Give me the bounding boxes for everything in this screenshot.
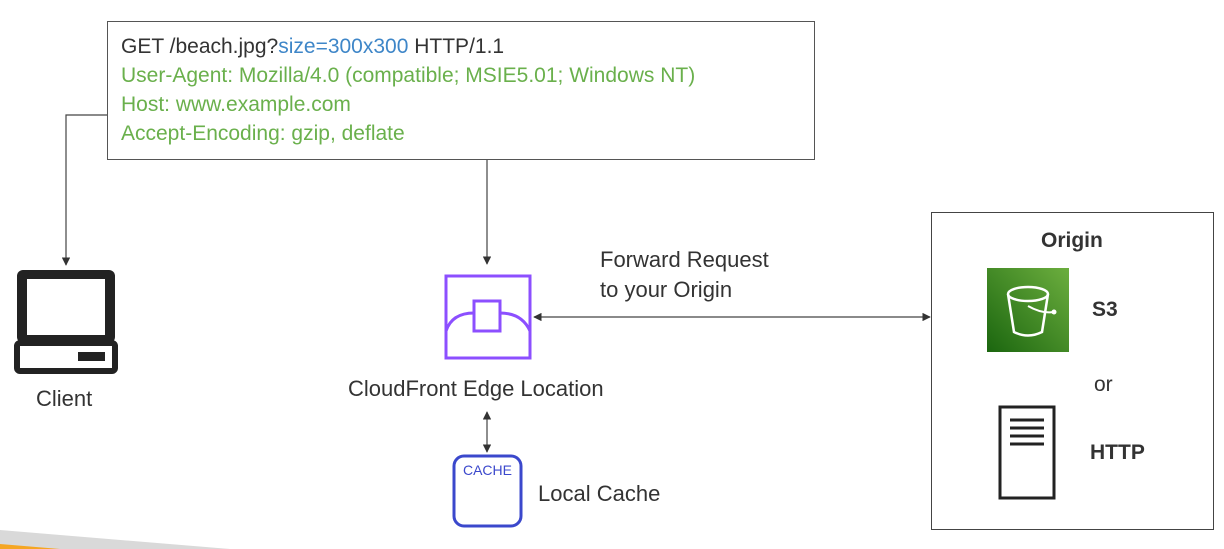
header-host: Host: www.example.com	[121, 93, 351, 116]
cache-icon-text: CACHE	[462, 462, 512, 478]
local-cache-label: Local Cache	[538, 481, 661, 506]
http-request-box: GET /beach.jpg?size=300x300 HTTP/1.1 Use…	[107, 21, 815, 160]
request-to-client-connector	[61, 114, 107, 266]
request-protocol: HTTP/1.1	[408, 35, 505, 58]
origin-title: Origin	[1041, 229, 1103, 252]
http-label: HTTP	[1090, 441, 1145, 464]
edge-location-label: CloudFront Edge Location	[348, 376, 604, 401]
forward-request-label-line2: to your Origin	[600, 277, 733, 302]
cloudfront-edge-icon	[444, 274, 532, 360]
origin-box	[931, 212, 1214, 530]
header-accept-encoding: Accept-Encoding: gzip, deflate	[121, 122, 405, 145]
s3-label: S3	[1092, 298, 1118, 321]
request-query-string: size=300x300	[278, 35, 409, 58]
forward-request-label-line1: Forward Request	[600, 247, 769, 272]
request-line: GET /beach.jpg?size=300x300 HTTP/1.1	[121, 32, 814, 61]
laptop-client-icon	[14, 270, 118, 374]
client-label: Client	[36, 386, 93, 411]
or-label: or	[1094, 373, 1113, 396]
slide-accent-swoosh	[0, 530, 230, 549]
header-user-agent: User-Agent: Mozilla/4.0 (compatible; MSI…	[121, 64, 696, 87]
request-method-path: GET /beach.jpg?	[121, 35, 279, 58]
